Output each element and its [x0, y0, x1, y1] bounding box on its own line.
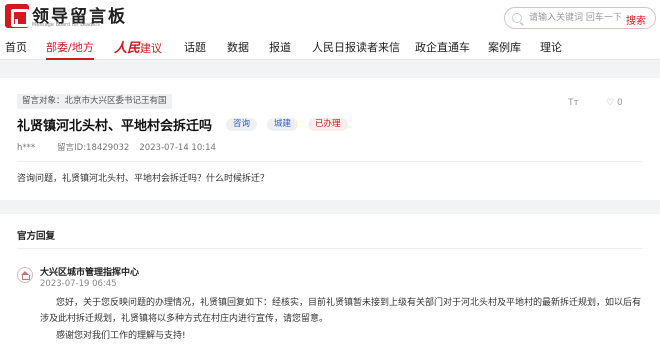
message-id: 留言ID:18429032	[57, 143, 130, 153]
search-input[interactable]	[529, 9, 621, 27]
author-name: h***	[17, 143, 36, 153]
divider	[17, 248, 643, 249]
font-size-icon[interactable]: Tт	[568, 98, 579, 108]
reply-card: 官方回复 大兴区城市管理指挥中心 2023-07-19 06:45 您好，关于您…	[0, 214, 660, 348]
divider	[17, 161, 643, 162]
message-meta: h*** 留言ID:18429032 2023-07-14 10:14	[17, 141, 238, 153]
site-logo[interactable]: 领导留言板 Message Board for Leaders	[5, 4, 145, 32]
message-content: 咨询问题，礼贤镇河北头村、平地村会拆迁吗？什么时候拆迁？	[17, 174, 270, 184]
tag-category: 城建	[267, 118, 299, 131]
logo-icon	[5, 4, 29, 28]
like-count: 0	[616, 98, 623, 108]
reply-time: 2023-07-19 06:45	[40, 279, 117, 289]
search-button[interactable]: 搜索	[626, 12, 646, 27]
message-target: 留言对象：北京市大兴区委书记王有国	[17, 94, 172, 109]
reply-department: 大兴区城市管理指挥中心	[40, 268, 140, 278]
logo-subtitle: Message Board for Leaders	[32, 22, 101, 28]
reply-body: 您好，关于您反映问题的办理情况，礼贤镇回复如下：经核实，目前礼贤镇暂未接到上级有…	[40, 298, 642, 324]
status-badge: 已办理	[308, 118, 348, 131]
nav-item-case-library[interactable]: 案例库	[488, 39, 521, 55]
reply-thanks: 感谢您对我们工作的理解与支持!	[56, 331, 186, 341]
tag-type: 咨询	[226, 118, 258, 131]
message-time: 2023-07-14 10:14	[139, 143, 216, 153]
nav-item-people-suggestion[interactable]: 人民建议	[114, 37, 162, 56]
government-building-icon	[17, 267, 33, 283]
nav-item-data[interactable]: 数据	[227, 39, 249, 55]
message-title: 礼贤镇河北头村、平地村会拆迁吗	[17, 119, 213, 134]
heart-icon: ♡	[606, 98, 615, 108]
nav-item-ministries-local[interactable]: 部委/地方	[46, 39, 94, 60]
nav-item-theory[interactable]: 理论	[540, 39, 562, 55]
nav-item-readers-letters[interactable]: 人民日报读者来信	[312, 39, 400, 55]
like-button[interactable]: ♡ 0	[606, 98, 623, 108]
nav-item-reports[interactable]: 报道	[269, 39, 291, 55]
top-header: 领导留言板 Message Board for Leaders 搜索	[0, 0, 660, 36]
nav-item-topics[interactable]: 话题	[184, 39, 206, 55]
main-nav: 首页 部委/地方 人民建议 话题 数据 报道 人民日报读者来信 政企直通车 案例…	[0, 36, 660, 60]
nav-item-home[interactable]: 首页	[5, 39, 27, 55]
reply-section-title: 官方回复	[17, 231, 56, 242]
nav-brand-logo-text: 人民	[114, 41, 141, 56]
search-icon	[512, 13, 522, 23]
nav-brand-suffix: 建议	[140, 42, 163, 55]
nav-item-gov-enterprise[interactable]: 政企直通车	[415, 39, 470, 55]
message-card: 留言对象：北京市大兴区委书记王有国 Tт ♡ 0 礼贤镇河北头村、平地村会拆迁吗…	[0, 78, 660, 200]
search-box: 搜索	[504, 7, 656, 29]
